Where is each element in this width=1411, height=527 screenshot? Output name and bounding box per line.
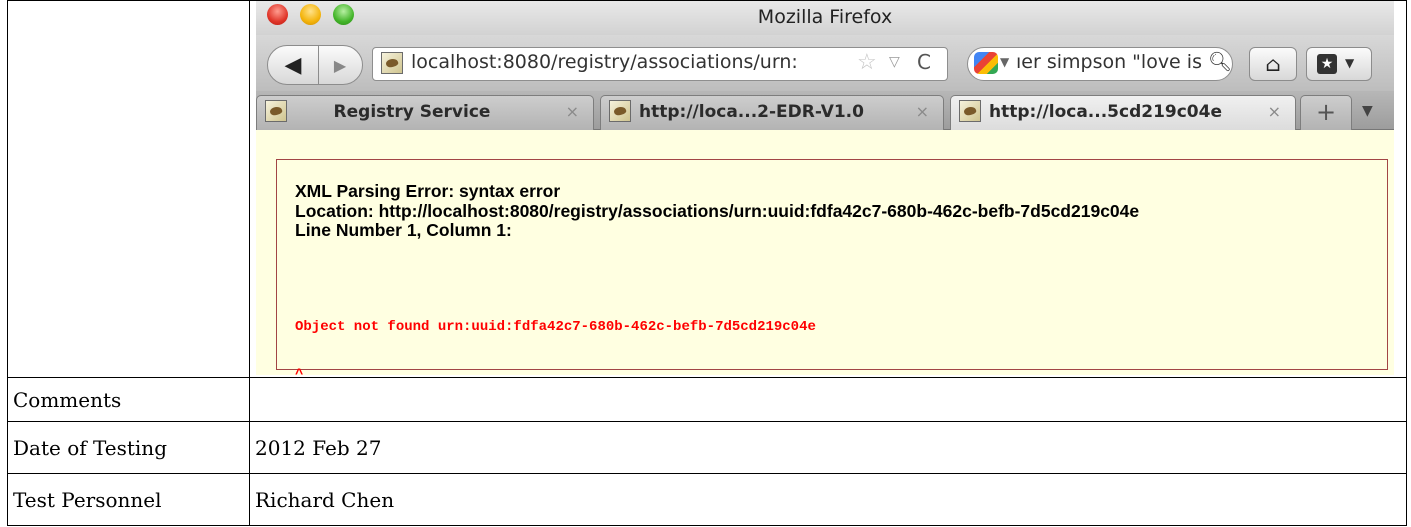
tab-close-icon[interactable]: × xyxy=(566,102,579,121)
new-tab-button[interactable]: + xyxy=(1300,95,1352,130)
tab-associations[interactable]: http://loca...5cd219c04e × xyxy=(950,95,1296,130)
error-heading-block: XML Parsing Error: syntax error Location… xyxy=(295,181,1140,241)
site-favicon-icon xyxy=(959,100,981,122)
url-history-dropdown-icon[interactable]: ▽ xyxy=(889,54,900,70)
window-title: Mozilla Firefox xyxy=(757,6,893,28)
google-search-icon[interactable] xyxy=(974,52,998,74)
magnifier-icon[interactable]: 🔍︎ xyxy=(1208,50,1232,73)
error-source-block: Object not found urn:uuid:fdfa42c7-680b-… xyxy=(295,287,816,375)
error-location: Location: http://localhost:8080/registry… xyxy=(295,200,1140,221)
site-favicon-icon xyxy=(265,100,287,122)
home-icon: ⌂ xyxy=(1265,52,1281,76)
tab-close-icon[interactable]: × xyxy=(1268,102,1281,121)
error-source-line: Object not found urn:uuid:fdfa42c7-680b-… xyxy=(295,319,816,335)
tab-label: http://loca...5cd219c04e xyxy=(989,102,1222,122)
bookmark-star-icon[interactable]: ☆ xyxy=(857,50,877,75)
site-favicon-icon xyxy=(381,52,403,74)
tab-close-icon[interactable]: × xyxy=(916,102,929,121)
tab-list-icon[interactable]: ▼ xyxy=(1362,103,1373,119)
back-button[interactable]: ◀ xyxy=(268,46,319,84)
error-line: Line Number 1, Column 1: xyxy=(295,220,512,240)
comments-value xyxy=(249,377,1407,422)
back-arrow-icon: ◀ xyxy=(284,52,302,78)
search-engine-dropdown-icon[interactable]: ▼ xyxy=(1000,55,1009,69)
comments-label: Comments xyxy=(7,377,250,422)
screenshot-label-cell xyxy=(7,0,250,378)
bookmarks-icon: ★ xyxy=(1317,54,1337,74)
tab-strip: Registry Service × http://loca...2-EDR-V… xyxy=(256,91,1394,130)
error-heading: XML Parsing Error: syntax error xyxy=(295,181,561,201)
xml-error-box: XML Parsing Error: syntax error Location… xyxy=(276,159,1388,375)
site-favicon-icon xyxy=(609,100,631,122)
browser-screenshot: Mozilla Firefox ◀ ▶ localhost:8080/regis… xyxy=(256,1,1394,375)
tab-edr-v1[interactable]: http://loca...2-EDR-V1.0 × xyxy=(600,95,944,130)
date-row: Date of Testing 2012 Feb 27 xyxy=(7,421,1407,474)
search-text[interactable]: ıer simpson "love is xyxy=(1016,51,1206,73)
forward-button[interactable]: ▶ xyxy=(320,46,360,84)
bookmarks-dropdown-icon: ▼ xyxy=(1345,56,1355,70)
window-titlebar: Mozilla Firefox xyxy=(256,1,1394,35)
forward-arrow-icon: ▶ xyxy=(333,55,347,75)
personnel-value: Richard Chen xyxy=(249,473,1407,526)
personnel-label: Test Personnel xyxy=(7,473,250,526)
url-text[interactable]: localhost:8080/registry/associations/urn… xyxy=(411,51,851,73)
navigation-toolbar: ◀ ▶ localhost:8080/registry/associations… xyxy=(256,35,1394,91)
url-bar[interactable]: localhost:8080/registry/associations/urn… xyxy=(372,47,948,81)
bookmarks-button[interactable]: ★ ▼ xyxy=(1306,47,1372,81)
search-bar[interactable]: ▼ ıer simpson "love is 🔍︎ xyxy=(967,47,1233,81)
reload-icon[interactable]: C xyxy=(917,50,931,74)
home-button[interactable]: ⌂ xyxy=(1249,47,1297,81)
history-buttons: ◀ ▶ xyxy=(267,45,363,85)
error-caret: ^ xyxy=(295,367,304,375)
tab-label: Registry Service xyxy=(333,102,491,122)
personnel-row: Test Personnel Richard Chen xyxy=(7,473,1407,526)
tab-registry-service[interactable]: Registry Service × xyxy=(256,95,594,130)
date-value: 2012 Feb 27 xyxy=(249,421,1407,474)
tab-label: http://loca...2-EDR-V1.0 xyxy=(639,102,864,122)
page-content: XML Parsing Error: syntax error Location… xyxy=(256,130,1394,375)
comments-row: Comments xyxy=(7,377,1407,422)
date-label: Date of Testing xyxy=(7,421,250,474)
